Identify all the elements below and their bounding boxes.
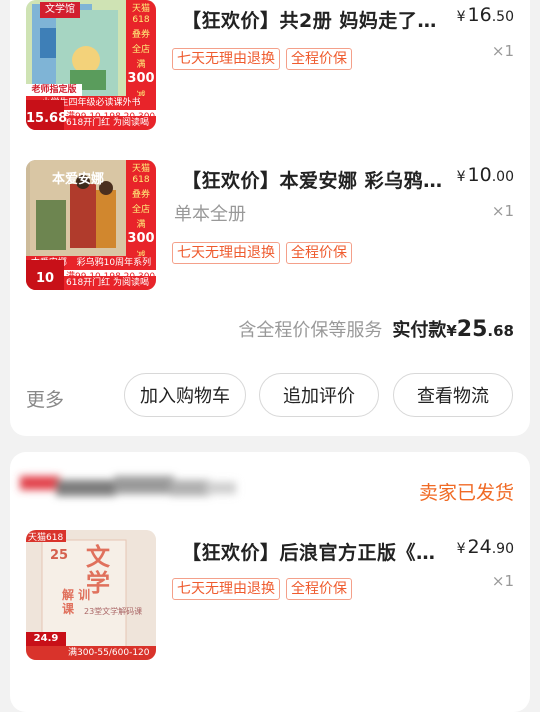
cover-promo: 满300-55/600-120 (26, 646, 156, 660)
order-item[interactable]: 文学馆 天猫618 叠券 全店 满 300 减 80 老师指定版 小学生四年级必… (10, 0, 530, 150)
paid-integer: 25 (456, 317, 488, 342)
promo-side-amount: 300 (127, 71, 155, 86)
cover-price: 24.9 (26, 632, 66, 646)
product-thumbnail[interactable]: 天猫618 25 文 学 解 训 课 23堂文学解码课 24.9 满300-55… (26, 530, 156, 660)
order-item[interactable]: 本爱安娜 天猫618 叠券 全店 满 300 减 80 本爱安娜 彩乌鸦10周年… (10, 160, 530, 310)
price-integer: 16 (467, 4, 492, 26)
product-title[interactable]: 【狂欢价】本爱安娜 彩乌鸦… (182, 166, 442, 193)
paid-decimal: .68 (487, 322, 514, 340)
view-logistics-button[interactable]: 查看物流 (393, 373, 513, 417)
cover-book-title: 本爱安娜 (52, 172, 105, 187)
service-note: 含全程价保等服务 (238, 320, 383, 341)
promo-side-text: 天猫618 (131, 164, 150, 185)
order-summary: 含全程价保等服务 实付款 ¥ 25 .68 (238, 316, 514, 342)
price-decimal: .90 (491, 541, 514, 557)
return-badge: 七天无理由退换 (172, 48, 280, 70)
order-item[interactable]: 天猫618 25 文 学 解 训 课 23堂文学解码课 24.9 满300-55… (10, 530, 530, 680)
cover-price: 15.68 (26, 100, 67, 130)
price-decimal: .00 (491, 169, 514, 185)
product-price: ¥24.90 (457, 536, 514, 558)
product-price: ¥10.00 (457, 164, 514, 186)
order-status: 卖家已发货 (418, 482, 514, 504)
product-price: ¥16.50 (457, 4, 514, 26)
promo-side-text: 满 (136, 220, 146, 230)
promo-side-text: 全店 (131, 205, 150, 215)
service-badges: 七天无理由退换 全程价保 (172, 578, 352, 600)
return-badge: 七天无理由退换 (172, 578, 280, 600)
price-protect-badge: 全程价保 (286, 578, 352, 600)
product-variant: 单本全册 (174, 204, 246, 225)
promo-side-text: 天猫618 (131, 4, 150, 25)
seller-name-redacted (20, 476, 236, 496)
cover-title-char: 文 (86, 543, 110, 571)
cover-corner-tag: 天猫618 (28, 533, 64, 543)
product-quantity: ×1 (491, 572, 514, 590)
product-quantity: ×1 (491, 42, 514, 60)
price-integer: 10 (467, 164, 492, 186)
cover-desc-text: 彩乌鸦10周年系列 (76, 258, 152, 268)
service-badges: 七天无理由退换 全程价保 (172, 242, 352, 264)
promo-side-amount: 300 (127, 231, 155, 246)
service-badges: 七天无理由退换 全程价保 (172, 48, 352, 70)
product-title[interactable]: 【狂欢价】后浪官方正版《… (182, 538, 442, 565)
promo-side-text: 叠券 (131, 30, 150, 40)
order-actions: 更多 加入购物车 追加评价 查看物流 (10, 373, 530, 421)
cover-price: 10 (26, 260, 64, 290)
currency-symbol: ¥ (456, 9, 466, 25)
cover-tag: 老师指定版 (26, 84, 82, 96)
add-review-button[interactable]: 追加评价 (259, 373, 379, 417)
cover-number: 25 (50, 548, 69, 563)
cover-subtitle: 23堂文学解码课 (84, 607, 143, 616)
price-decimal: .50 (491, 9, 514, 25)
currency-symbol: ¥ (456, 169, 466, 185)
order-card: 文学馆 天猫618 叠券 全店 满 300 减 80 老师指定版 小学生四年级必… (10, 0, 530, 436)
promo-side-tag: 天猫618 叠券 全店 满 300 减 80 (126, 160, 156, 277)
promo-side-tag: 天猫618 叠券 全店 满 300 减 80 (126, 0, 156, 117)
currency-symbol: ¥ (456, 541, 466, 557)
more-link[interactable]: 更多 (26, 385, 64, 412)
currency-symbol: ¥ (446, 322, 457, 340)
add-to-cart-button[interactable]: 加入购物车 (124, 373, 246, 417)
product-thumbnail[interactable]: 文学馆 天猫618 叠券 全店 满 300 减 80 老师指定版 小学生四年级必… (26, 0, 156, 130)
price-protect-badge: 全程价保 (286, 242, 352, 264)
order-card: 卖家已发货 天猫618 25 文 学 解 训 课 23堂文学解码课 24.9 满… (10, 452, 530, 712)
brand-label: 文学馆 (40, 2, 80, 18)
promo-side-text: 叠券 (131, 190, 150, 200)
price-protect-badge: 全程价保 (286, 48, 352, 70)
product-title[interactable]: 【狂欢价】共2册 妈妈走了… (182, 6, 442, 33)
promo-side-text: 全店 (131, 45, 150, 55)
product-thumbnail[interactable]: 本爱安娜 天猫618 叠券 全店 满 300 减 80 本爱安娜 彩乌鸦10周年… (26, 160, 156, 290)
product-quantity: ×1 (491, 202, 514, 220)
return-badge: 七天无理由退换 (172, 242, 280, 264)
price-integer: 24 (467, 536, 492, 558)
paid-label: 实付款 (392, 320, 447, 341)
promo-side-text: 满 (136, 60, 146, 70)
